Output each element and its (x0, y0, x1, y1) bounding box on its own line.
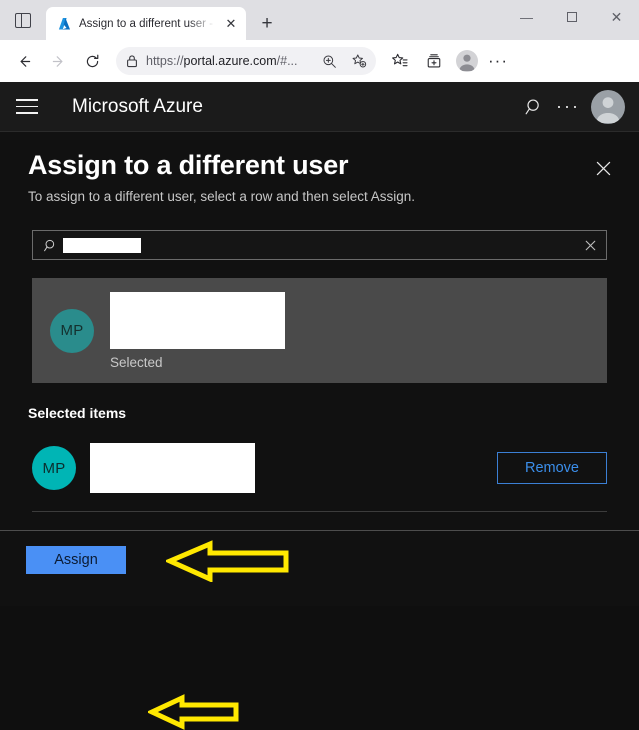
sidebar-toggle-icon (15, 12, 31, 28)
maximize-icon (566, 12, 577, 22)
window-minimize-button[interactable]: — (504, 0, 549, 34)
search-icon (41, 236, 59, 254)
window-controls: — ✕ (504, 0, 639, 34)
url-domain: portal.azure.com (183, 54, 277, 68)
list-divider (32, 511, 607, 513)
browser-tab-title: Assign to a different user - Micro (79, 17, 215, 30)
browser-window: Assign to a different user - Micro ✕ + —… (0, 0, 639, 730)
browser-toolbar-right: ··· (384, 45, 512, 77)
forward-button[interactable] (42, 45, 74, 77)
blade-close-button[interactable] (587, 152, 619, 184)
tab-actions-button[interactable] (0, 0, 46, 40)
azure-portal-header: Microsoft Azure ··· (0, 82, 639, 132)
url-prefix: https:// (146, 54, 184, 68)
url-suffix: /#... (276, 54, 298, 68)
list-item: MP Remove (32, 443, 607, 494)
user-name-redaction (110, 291, 285, 349)
selected-items-heading: Selected items (28, 405, 127, 422)
user-name-redaction (90, 443, 255, 494)
search-value-redaction (63, 237, 141, 253)
azure-favicon (56, 16, 72, 32)
assign-user-blade: Assign to a different user To assign to … (0, 132, 639, 730)
row-status-label: Selected (110, 354, 163, 370)
row-texts: Selected (110, 291, 285, 370)
browser-tab[interactable]: Assign to a different user - Micro ✕ (46, 7, 246, 40)
blade-footer: Assign (0, 530, 639, 588)
page-title: Assign to a different user (28, 150, 349, 180)
remove-button[interactable]: Remove (497, 452, 607, 485)
search-clear-icon[interactable] (580, 235, 600, 255)
page-subtitle: To assign to a different user, select a … (28, 189, 415, 205)
avatar: MP (50, 308, 94, 353)
address-bar[interactable]: https://portal.azure.com/#... (116, 47, 376, 75)
zoom-in-icon[interactable] (318, 50, 340, 72)
refresh-button[interactable] (76, 45, 108, 77)
new-tab-button[interactable]: + (252, 8, 282, 38)
search-icon[interactable] (517, 90, 551, 124)
avatar: MP (32, 446, 76, 491)
search-input[interactable] (32, 230, 607, 261)
window-maximize-button[interactable] (549, 0, 594, 34)
browser-settings-button[interactable]: ··· (484, 46, 512, 76)
hamburger-line (16, 99, 38, 101)
browser-toolbar: https://portal.azure.com/#... ··· (0, 40, 639, 82)
user-avatar[interactable] (591, 89, 625, 124)
favorites-icon[interactable] (384, 45, 416, 77)
search-row (32, 230, 607, 261)
azure-brand-title[interactable]: Microsoft Azure (72, 96, 517, 118)
hamburger-line (16, 105, 38, 108)
azure-more-menu-button[interactable]: ··· (551, 90, 585, 124)
hamburger-menu-icon[interactable] (16, 94, 42, 120)
add-favorite-icon[interactable] (348, 50, 370, 72)
collections-icon[interactable] (418, 45, 450, 77)
assign-button[interactable]: Assign (26, 545, 126, 574)
browser-titlebar: Assign to a different user - Micro ✕ + —… (0, 0, 639, 40)
tab-close-icon[interactable]: ✕ (222, 15, 240, 33)
blade-header: Assign to a different user To assign to … (0, 132, 639, 204)
url-text: https://portal.azure.com/#... (146, 54, 310, 68)
table-row[interactable]: MP Selected (32, 278, 607, 384)
back-button[interactable] (8, 45, 40, 77)
blade-title-wrap: Assign to a different user To assign to … (28, 150, 587, 204)
window-close-button[interactable]: ✕ (594, 0, 639, 34)
profile-avatar-icon[interactable] (456, 50, 478, 72)
hamburger-line (16, 112, 38, 114)
arrow-to-assign-button (148, 694, 239, 730)
lock-icon (126, 54, 138, 68)
search-results-list: MP Selected (32, 278, 607, 384)
